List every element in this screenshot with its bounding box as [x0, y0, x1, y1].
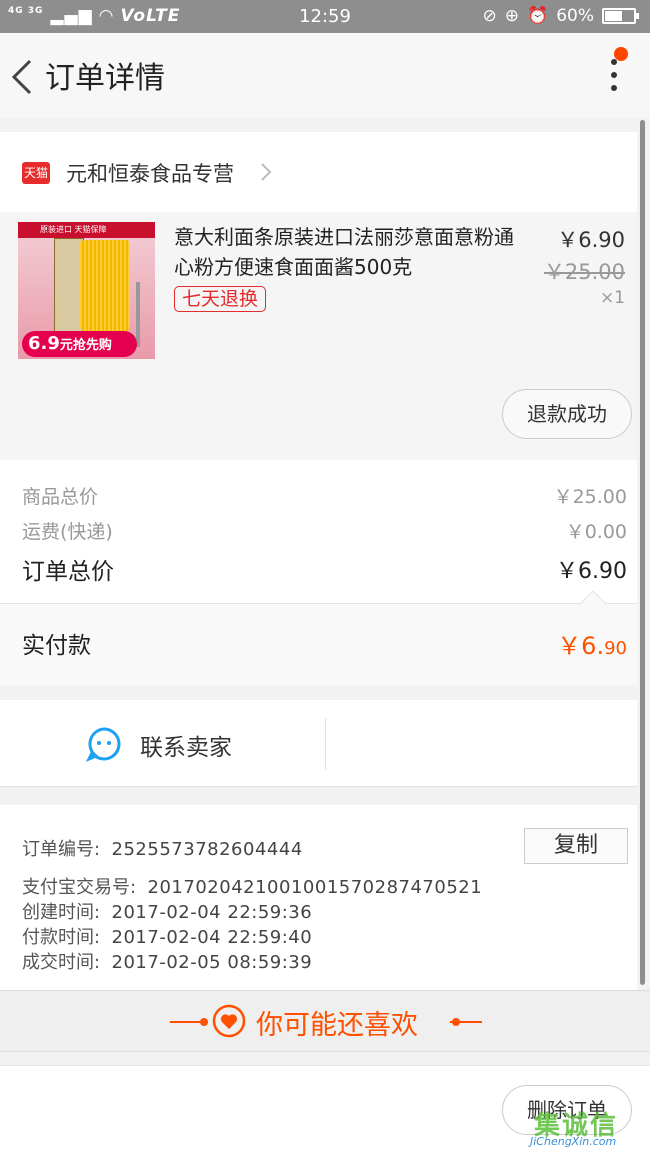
heart-icon: [212, 1004, 246, 1038]
shipping-value: ￥0.00: [565, 521, 627, 543]
shipping-label: 运费(快递): [22, 521, 113, 543]
notification-dot: [614, 47, 628, 61]
paid-time: 2017-02-04 22:59:40: [111, 927, 313, 948]
spaghetti-image: [80, 240, 130, 335]
refund-status-button[interactable]: 退款成功: [502, 389, 632, 439]
divider: [170, 1021, 202, 1023]
image-header-text: 原装进口 天猫保障: [18, 222, 155, 238]
divider: [450, 1021, 482, 1023]
alipay-row: 支付宝交易号: 2017020421001001570287470521: [22, 877, 483, 898]
goods-total-value: ￥25.00: [553, 486, 627, 508]
created-time: 2017-02-04 22:59:36: [111, 902, 313, 923]
vertical-dots-icon[interactable]: [608, 59, 620, 95]
contact-seller-button[interactable]: 联系卖家: [0, 700, 325, 787]
chevron-right-icon: [261, 163, 272, 181]
order-total-label: 订单总价: [22, 559, 114, 585]
recommend-title: 你可能还喜欢: [256, 1010, 418, 1041]
price-summary: 商品总价 ￥25.00 运费(快递) ￥0.00 订单总价 ￥6.90: [0, 460, 637, 603]
tmall-icon: 天猫: [22, 162, 50, 184]
chat-bubble-icon: [86, 727, 121, 762]
recommend-header: 你可能还喜欢: [0, 990, 650, 1052]
contact-section: 联系卖家: [0, 700, 637, 787]
watermark-url: JiChengXin.com: [530, 1135, 617, 1148]
order-number: 2525573782604444: [111, 839, 303, 860]
fork-image: [136, 282, 140, 347]
mute-icon: ⊘: [482, 6, 497, 26]
watermark-logo: 集诚信 JiChengXin.com: [528, 1103, 648, 1151]
quantity: ×1: [599, 288, 625, 308]
alipay-number: 2017020421001001570287470521: [147, 877, 483, 898]
store-row[interactable]: 天猫 元和恒泰食品专营: [0, 132, 637, 212]
notch-decoration: [580, 590, 606, 604]
promo-label: 6.9元抢先购: [22, 331, 137, 357]
amount-paid-label: 实付款: [22, 633, 91, 659]
order-info: 订单编号: 2525573782604444 复制 支付宝交易号: 201702…: [0, 805, 637, 990]
battery-icon: [602, 8, 639, 24]
divider: [325, 718, 326, 770]
amount-paid-row: 实付款 ￥6.90: [0, 603, 637, 685]
product-image[interactable]: 原装进口 天猫保障 6.9元抢先购: [18, 222, 155, 359]
store-name: 元和恒泰食品专营: [66, 162, 234, 186]
product-item[interactable]: 原装进口 天猫保障 6.9元抢先购 意大利面条原装进口法丽莎意面意粉通心粉方便速…: [0, 212, 637, 460]
status-bar: 4G 3G ▂▄▆ ◠ VoLTE 12:59 ⊘ ⊕ ⏰ 60%: [0, 0, 650, 33]
deal-time-row: 成交时间: 2017-02-05 08:59:39: [22, 952, 313, 973]
lock-icon: ⊕: [504, 6, 520, 26]
order-total-value: ￥6.90: [556, 559, 627, 584]
order-number-row: 订单编号: 2525573782604444: [22, 839, 303, 860]
status-icons: ⊘ ⊕ ⏰ 60%: [482, 6, 639, 26]
copy-button[interactable]: 复制: [524, 828, 628, 864]
goods-total-label: 商品总价: [22, 486, 99, 508]
bottom-bar: 删除订单 集诚信 JiChengXin.com: [0, 1065, 650, 1155]
nav-bar: 订单详情: [0, 33, 650, 118]
page-title: 订单详情: [45, 61, 165, 96]
battery-percent: 60%: [556, 6, 594, 26]
created-time-row: 创建时间: 2017-02-04 22:59:36: [22, 902, 313, 923]
deal-time: 2017-02-05 08:59:39: [111, 952, 313, 973]
alarm-icon: ⏰: [527, 6, 549, 26]
battery-fill: [605, 11, 622, 21]
current-price: ￥6.90: [557, 228, 625, 252]
scrollbar[interactable]: [640, 120, 645, 985]
original-price: ￥25.00: [543, 260, 625, 284]
return-policy-tag: 七天退换: [174, 286, 267, 312]
paid-time-row: 付款时间: 2017-02-04 22:59:40: [22, 927, 313, 948]
divider-dot: [200, 1018, 208, 1026]
product-title[interactable]: 意大利面条原装进口法丽莎意面意粉通心粉方便速食面面酱500克: [174, 222, 526, 282]
amount-paid-value: ￥6.90: [557, 632, 627, 660]
chevron-left-icon[interactable]: [8, 57, 38, 97]
contact-seller-label: 联系卖家: [140, 735, 232, 761]
